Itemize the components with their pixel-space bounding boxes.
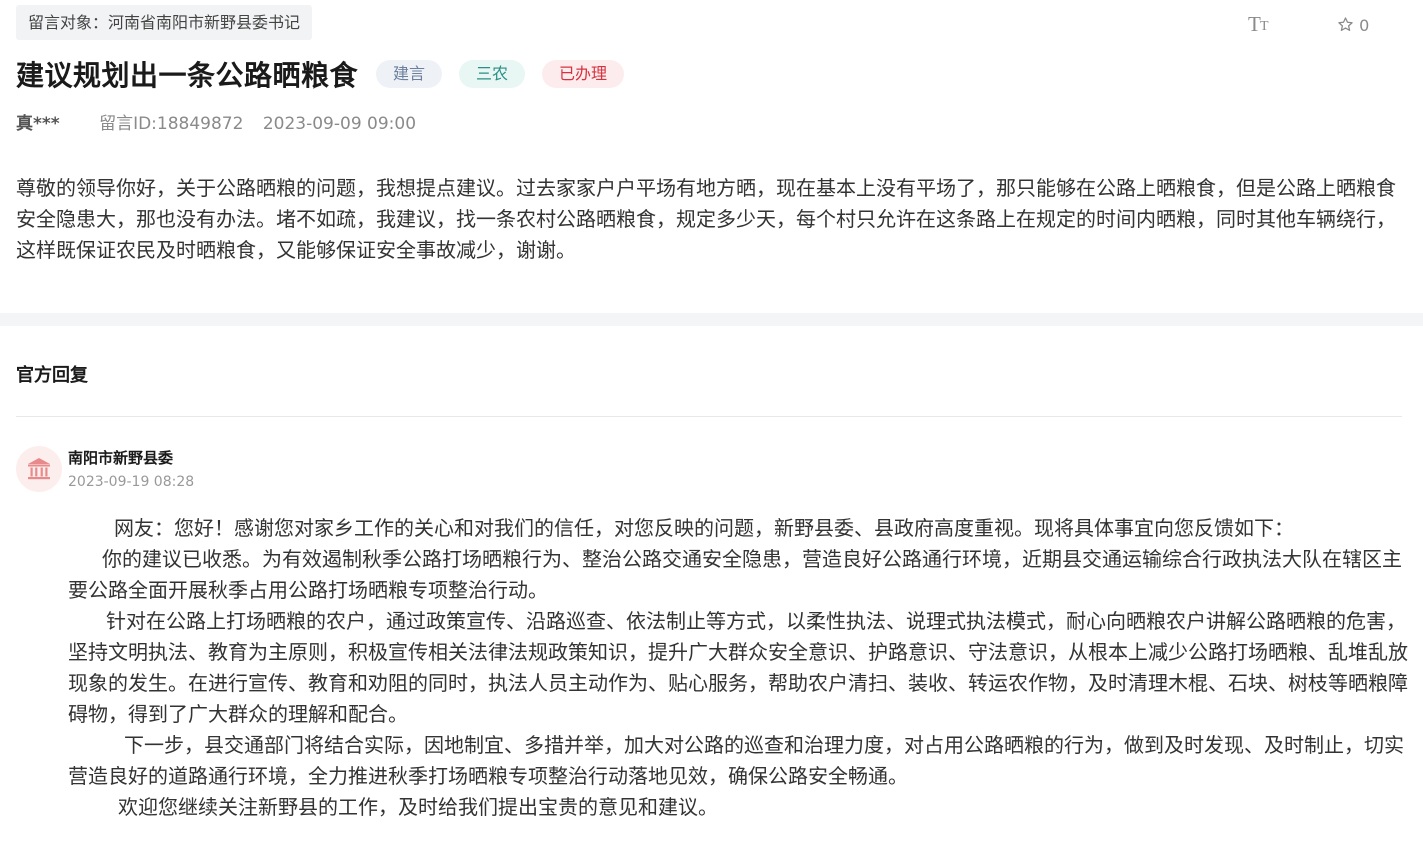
- reply-paragraph: 网友：您好！感谢您对家乡工作的关心和对我们的信任，对您反映的问题，新野县委、县政…: [114, 516, 1294, 540]
- message-target-tag: 留言对象：河南省南阳市新野县委书记: [16, 5, 313, 40]
- reply-paragraph: 欢迎您继续关注新野县的工作，及时给我们提出宝贵的意见和建议。: [118, 795, 718, 819]
- reply-datetime: 2023-09-19 08:28: [68, 474, 195, 490]
- message-datetime: 2023-09-09 09:00: [262, 114, 417, 134]
- reply-paragraph: 针对在公路上打场晒粮的农户，通过政策宣传、沿路巡查、依法制止等方式，以柔性执法、…: [68, 609, 1408, 726]
- title-row: 建议规划出一条公路晒粮食 建言 三农 已办理: [16, 53, 625, 95]
- replier-name: 南阳市新野县委: [68, 449, 174, 467]
- reply-paragraph: 你的建议已收悉。为有效遏制秋季公路打场晒粮行为、整治公路交通安全隐患，营造良好公…: [68, 547, 1402, 602]
- favorite-button[interactable]: 0: [1337, 14, 1369, 38]
- avatar: [16, 446, 62, 492]
- author-name: 真***: [16, 114, 60, 134]
- reply-body: 网友：您好！感谢您对家乡工作的关心和对我们的信任，对您反映的问题，新野县委、县政…: [68, 513, 1408, 823]
- font-size-button[interactable]: TT: [1245, 12, 1275, 40]
- reply-divider: [16, 416, 1402, 417]
- status-badge: 已办理: [542, 60, 625, 88]
- message-meta: 真*** 留言ID:18849872 2023-09-09 09:00: [16, 113, 416, 135]
- message-id: 留言ID:18849872: [99, 114, 244, 134]
- tag-sannong[interactable]: 三农: [459, 60, 526, 88]
- tag-jianyan[interactable]: 建言: [376, 60, 443, 88]
- message-title: 建议规划出一条公路晒粮食: [16, 59, 359, 92]
- star-outline-icon: [1337, 16, 1359, 35]
- reply-paragraph: 下一步，县交通部门将结合实际，因地制宜、多措并举，加大对公路的巡查和治理力度，对…: [68, 733, 1404, 788]
- official-reply-heading: 官方回复: [16, 365, 88, 386]
- section-divider: [0, 313, 1423, 326]
- message-content: 尊敬的领导你好，关于公路晒粮的问题，我想提点建议。过去家家户户平场有地方晒，现在…: [16, 176, 1396, 262]
- favorite-count: 0: [1359, 16, 1370, 35]
